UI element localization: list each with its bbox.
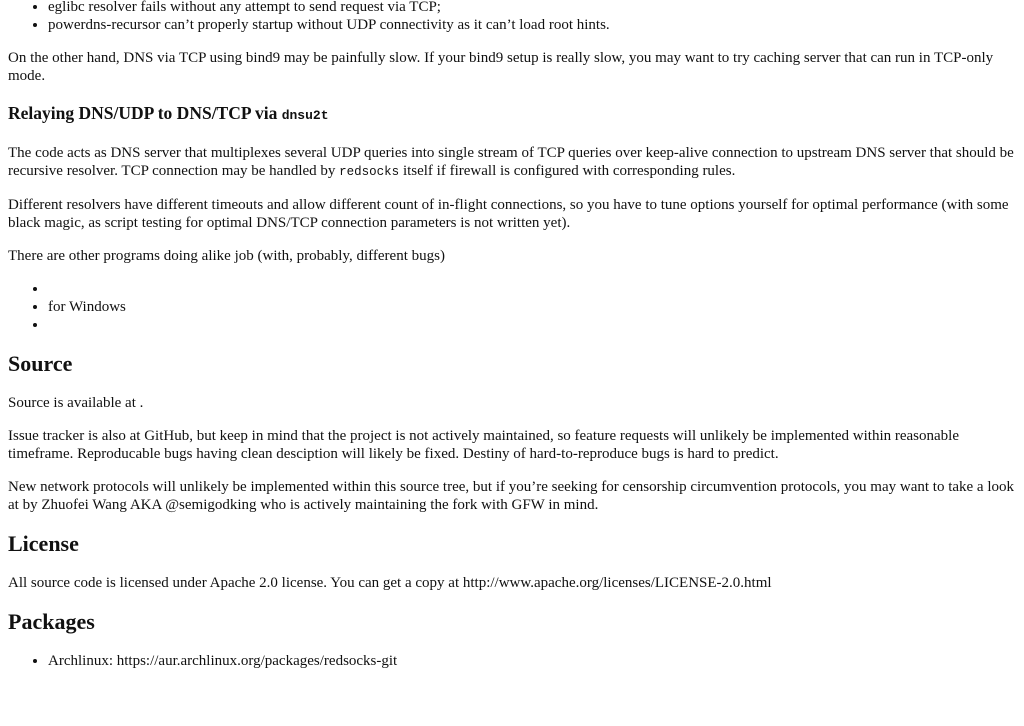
list-item (48, 280, 1016, 298)
paragraph-issue-tracker: Issue tracker is also at GitHub, but kee… (8, 428, 959, 462)
packages-list: Archlinux: https://aur.archlinux.org/pac… (8, 652, 1016, 670)
paragraph-protocols: New network protocols will unlikely be i… (8, 479, 1015, 513)
resolver-issues-list: eglibc resolver fails without any attemp… (8, 0, 1016, 34)
document-body: eglibc resolver fails without any attemp… (0, 0, 1024, 670)
source-heading: Source (8, 351, 73, 376)
other-programs-list: for Windows (8, 280, 1016, 334)
relay-heading-text: Relaying DNS/UDP to DNS/TCP via (8, 103, 282, 123)
relay-heading: Relaying DNS/UDP to DNS/TCP via dnsu2t (8, 103, 1016, 126)
paragraph-license: All source code is licensed under Apache… (8, 575, 772, 591)
packages-heading: Packages (8, 609, 95, 634)
paragraph-source: Source is available at . (8, 395, 144, 411)
list-item (48, 316, 1016, 334)
list-item: for Windows (48, 298, 1016, 316)
list-item: eglibc resolver fails without any attemp… (48, 0, 1016, 16)
list-item: powerdns-recursor can’t properly startup… (48, 16, 1016, 34)
paragraph-other-programs: There are other programs doing alike job… (8, 248, 445, 264)
paragraph-code-acts-after: itself if firewall is configured with co… (399, 163, 736, 179)
paragraph-code-acts: The code acts as DNS server that multipl… (8, 144, 1016, 181)
paragraph-resolvers: Different resolvers have different timeo… (8, 197, 1009, 231)
paragraph-dns-tcp: On the other hand, DNS via TCP using bin… (8, 50, 994, 84)
license-heading: License (8, 531, 79, 556)
redsocks-code: redsocks (339, 165, 400, 179)
list-item: Archlinux: https://aur.archlinux.org/pac… (48, 652, 1016, 670)
relay-heading-code: dnsu2t (281, 108, 329, 123)
